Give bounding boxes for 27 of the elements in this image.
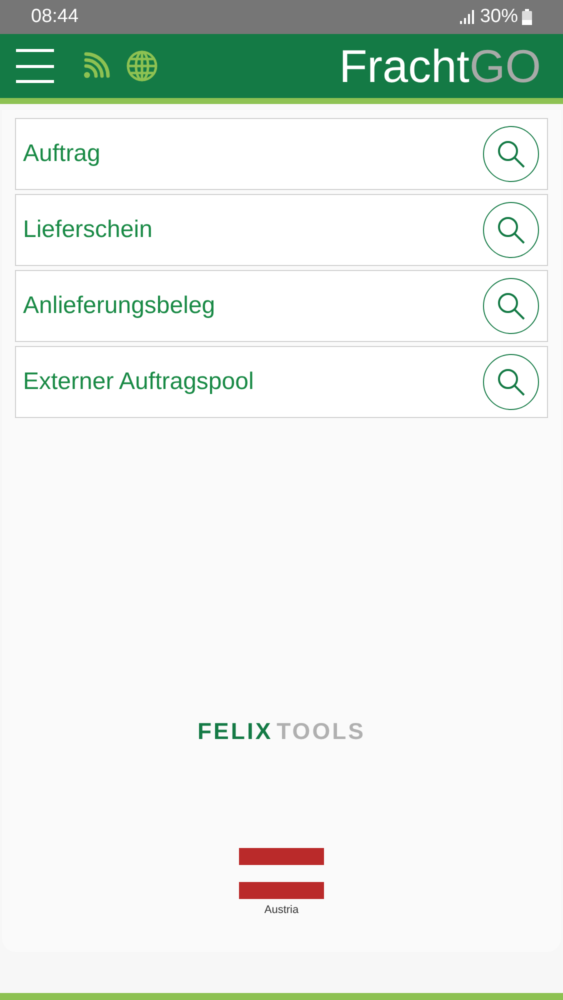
globe-icon xyxy=(126,50,158,82)
search-icon xyxy=(496,139,526,169)
menu-label: Externer Auftragspool xyxy=(23,367,254,397)
search-button[interactable] xyxy=(483,126,539,182)
app-title: FrachtGO xyxy=(339,43,541,89)
search-button[interactable] xyxy=(483,354,539,410)
status-time: 08:44 xyxy=(31,4,79,29)
menu-label: Anlieferungsbeleg xyxy=(23,291,216,321)
search-icon xyxy=(496,367,526,397)
battery-icon xyxy=(522,9,532,25)
country-label: Austria xyxy=(264,903,299,918)
search-button[interactable] xyxy=(483,202,539,258)
menu-icon[interactable] xyxy=(16,49,54,83)
battery-percent: 30% xyxy=(480,4,518,29)
felix-tools-logo: FELIX TOOLS xyxy=(198,720,366,743)
signal-icon xyxy=(82,52,110,80)
menu-label: Auftrag xyxy=(23,139,100,169)
menu-label: Lieferschein xyxy=(23,215,152,245)
menu-row[interactable]: Auftrag xyxy=(15,118,548,190)
menu-row[interactable]: Lieferschein xyxy=(15,194,548,266)
search-icon xyxy=(496,291,526,321)
signal-icon xyxy=(460,10,476,24)
search-button[interactable] xyxy=(483,278,539,334)
menu-row[interactable]: Anlieferungsbeleg xyxy=(15,270,548,342)
menu-row[interactable]: Externer Auftragspool xyxy=(15,346,548,418)
search-icon xyxy=(496,215,526,245)
austria-flag-icon xyxy=(239,848,324,899)
